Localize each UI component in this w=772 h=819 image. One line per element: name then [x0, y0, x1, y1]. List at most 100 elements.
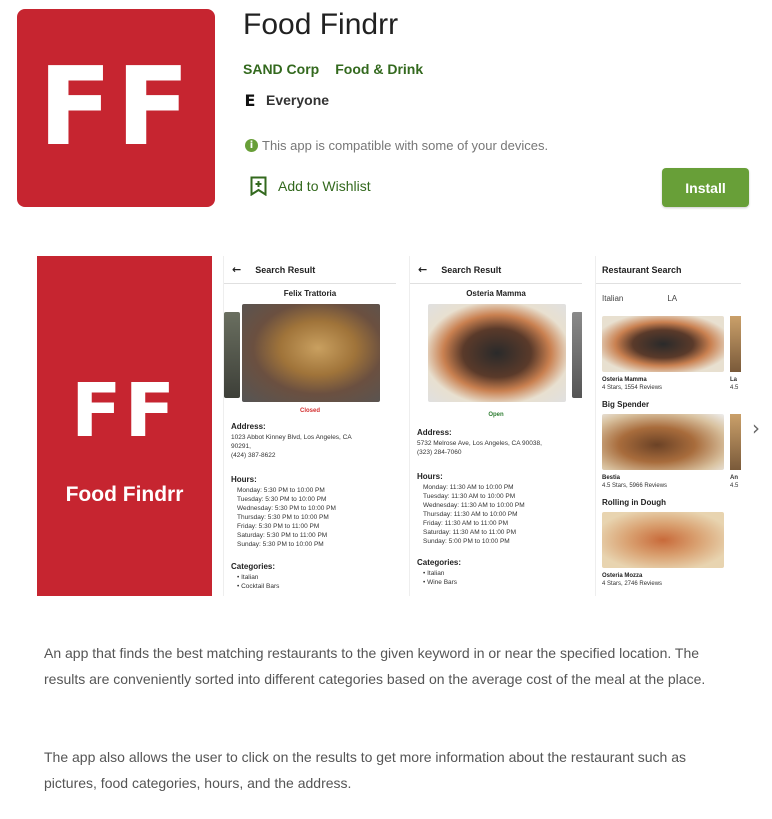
hours-line: Saturday: 5:30 PM to 11:00 PM [237, 532, 328, 539]
hours-line: Sunday: 5:00 PM to 10:00 PM [423, 538, 510, 545]
result-rating: 4.5 Stars, 5966 Reviews [602, 483, 668, 489]
section-heading: Big Spender [602, 400, 650, 409]
categories-heading: Categories: [231, 562, 276, 571]
bookmark-add-icon [250, 176, 267, 196]
categories-heading: Categories: [417, 558, 462, 567]
keyword-field: Italian [602, 294, 624, 303]
categories-block: Categories: • Italian • Cocktail Bars [231, 562, 279, 591]
hours-line: Wednesday: 11:30 AM to 10:00 PM [423, 502, 525, 509]
screenshot-felix-trattoria[interactable]: ← Search Result Felix Trattoria Closed A… [223, 256, 396, 596]
food-photo [242, 304, 380, 402]
categories-block: Categories: • Italian • Wine Bars [417, 558, 461, 587]
status-badge: Closed [299, 408, 320, 414]
description-paragraph: The app also allows the user to click on… [44, 749, 687, 791]
hours-line: Friday: 11:30 AM to 11:00 PM [423, 520, 509, 527]
result-name: Osteria Mamma [602, 377, 647, 383]
hours-line: Saturday: 11:30 AM to 11:00 PM [423, 529, 516, 536]
phone-line: (323) 284-7060 [417, 449, 462, 456]
category-item: • Wine Bars [423, 579, 458, 586]
hours-line: Thursday: 11:30 AM to 10:00 PM [423, 511, 518, 518]
content-rating-label: Everyone [266, 92, 330, 108]
screenshot-osteria-mamma[interactable]: ← Search Result Osteria Mamma Open Addre… [409, 256, 582, 596]
hours-line: Tuesday: 11:30 AM to 10:00 PM [423, 493, 516, 500]
app-meta: SAND Corp Food & Drink [243, 61, 423, 77]
compatibility-text: This app is compatible with some of your… [262, 138, 549, 153]
result-photo-partial [730, 316, 741, 372]
result-caption: Osteria Mozza 4 Stars, 2746 Reviews [602, 572, 662, 588]
phone-bar-title: Search Result [441, 264, 502, 275]
hours-heading: Hours: [231, 475, 257, 484]
hours-line: Wednesday: 5:30 PM to 10:00 PM [237, 505, 336, 512]
result-rating: 4 Stars, 1554 Reviews [602, 385, 663, 391]
wishlist-label: Add to Wishlist [278, 178, 371, 194]
result-rating: 4 Stars, 2746 Reviews [602, 581, 663, 587]
address-line: 5732 Melrose Ave, Los Angeles, CA 90038, [417, 440, 542, 447]
restaurant-name: Felix Trattoria [283, 289, 337, 298]
result-photo [602, 316, 724, 372]
developer-link[interactable]: SAND Corp [243, 61, 319, 77]
brand-name-text: Food Findrr [65, 483, 184, 506]
side-photo [572, 312, 582, 398]
side-photo [224, 312, 240, 398]
content-rating: E Everyone [243, 90, 330, 110]
result-rating: 4.5 [730, 385, 739, 391]
phone-app-bar: ← Search Result [410, 256, 582, 284]
chevron-right-icon[interactable]: › [752, 416, 760, 440]
category-link[interactable]: Food & Drink [335, 61, 423, 77]
hours-line: Monday: 5:30 PM to 10:00 PM [237, 487, 325, 494]
category-item: • Cocktail Bars [237, 583, 280, 590]
food-photo [428, 304, 566, 402]
restaurant-name: Osteria Mamma [466, 289, 526, 298]
result-caption-partial: An 4.5 [730, 474, 738, 490]
brand-ff-text: FF [70, 368, 179, 454]
address-block: Address: 5732 Melrose Ave, Los Angeles, … [417, 428, 542, 457]
compatibility-notice: i This app is compatible with some of yo… [245, 138, 548, 153]
hours-heading: Hours: [417, 472, 443, 481]
description-paragraph: An app that finds the best matching rest… [44, 645, 706, 687]
result-caption: Bestia 4.5 Stars, 5966 Reviews [602, 474, 667, 490]
phone-app-bar: ← Search Result [224, 256, 396, 284]
result-photo [602, 414, 724, 470]
add-to-wishlist-button[interactable]: Add to Wishlist [250, 176, 371, 196]
app-title: Food Findrr [243, 8, 399, 41]
status-badge: Open [488, 412, 504, 418]
address-line: 90291, [231, 443, 251, 450]
result-rating: 4.5 [730, 483, 739, 489]
search-fields: Italian LA [596, 284, 741, 303]
install-button[interactable]: Install [662, 168, 749, 207]
result-name: Bestia [602, 475, 621, 481]
section-heading: Rolling in Dough [602, 498, 666, 507]
location-field: LA [667, 294, 678, 303]
address-block: Address: 1023 Abbot Kinney Blvd, Los Ang… [231, 422, 352, 460]
hours-line: Tuesday: 5:30 PM to 10:00 PM [237, 496, 327, 503]
result-photo-partial [730, 414, 741, 470]
hours-block: Hours: Monday: 5:30 PM to 10:00 PM Tuesd… [231, 475, 336, 549]
category-item: • Italian [237, 574, 259, 581]
hours-line: Friday: 5:30 PM to 11:00 PM [237, 523, 320, 530]
hours-line: Sunday: 5:30 PM to 10:00 PM [237, 541, 324, 548]
app-icon: FF [17, 9, 215, 207]
address-line: 1023 Abbot Kinney Blvd, Los Angeles, CA [231, 434, 352, 441]
address-heading: Address: [417, 428, 452, 437]
category-item: • Italian [423, 570, 445, 577]
screenshot-restaurant-search[interactable]: Restaurant Search Italian LA Osteria Mam… [595, 256, 741, 596]
result-photo [602, 512, 724, 568]
phone-bar-title: Search Result [255, 264, 316, 275]
info-icon: i [245, 139, 258, 152]
back-arrow-icon: ← [232, 263, 242, 276]
result-caption: Osteria Mamma 4 Stars, 1554 Reviews [602, 376, 662, 392]
phone-line: (424) 387-8622 [231, 452, 276, 459]
screenshot-brand[interactable]: FF Food Findrr [37, 256, 212, 596]
esrb-everyone-icon: E [244, 90, 256, 110]
phone-app-bar: Restaurant Search [596, 256, 741, 284]
result-name: La [730, 377, 738, 383]
result-caption-partial: La 4.5 [730, 376, 738, 392]
address-heading: Address: [231, 422, 266, 431]
result-name: An [730, 475, 738, 481]
result-name: Osteria Mozza [602, 573, 643, 579]
phone-bar-title: Restaurant Search [602, 264, 682, 275]
app-icon-text: FF [38, 45, 194, 170]
hours-line: Thursday: 5:30 PM to 10:00 PM [237, 514, 329, 521]
back-arrow-icon: ← [418, 263, 428, 276]
hours-block: Hours: Monday: 11:30 AM to 10:00 PM Tues… [417, 472, 525, 546]
